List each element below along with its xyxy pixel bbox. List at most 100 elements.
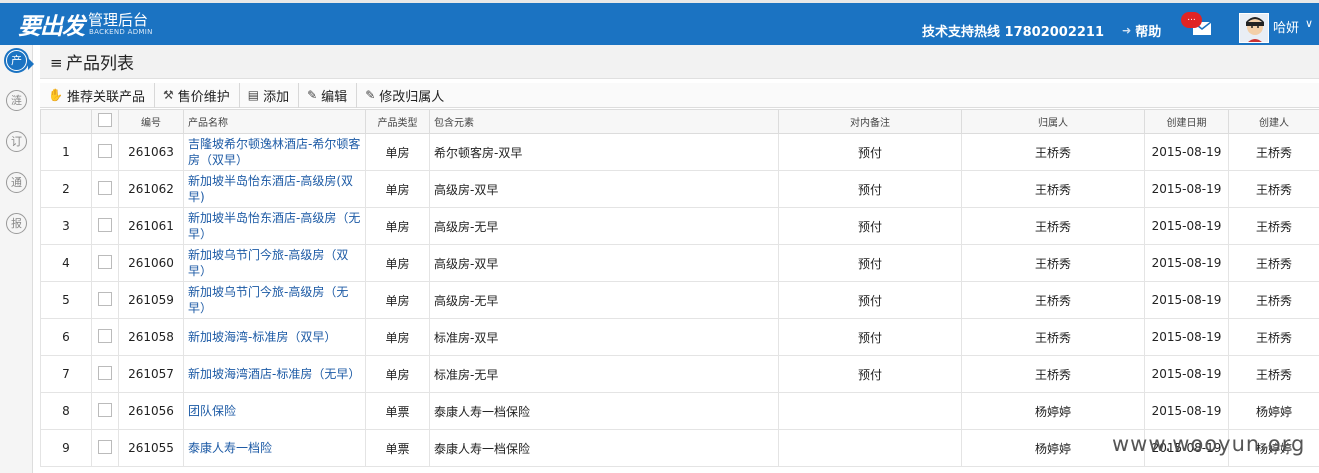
cell-creator: 王桥秀 bbox=[1228, 170, 1319, 208]
row-select[interactable] bbox=[91, 355, 119, 393]
cell-product-name[interactable]: 新加坡乌节门今旅-高级房（无早） bbox=[183, 281, 366, 319]
cell-product-name[interactable]: 新加坡海湾-标准房（双早） bbox=[183, 318, 366, 356]
row-select[interactable] bbox=[91, 207, 119, 245]
header-remark[interactable]: 对内备注 bbox=[778, 109, 962, 134]
cell-product-name[interactable]: 团队保险 bbox=[183, 392, 366, 430]
row-index: 2 bbox=[40, 170, 92, 208]
header-index bbox=[40, 109, 92, 134]
menu-icon: ≡ bbox=[50, 54, 63, 72]
thumbs-up-icon: ✋ bbox=[48, 88, 63, 102]
cell-id: 261056 bbox=[118, 392, 184, 430]
row-select[interactable] bbox=[91, 318, 119, 356]
cell-product-name[interactable]: 泰康人寿一档险 bbox=[183, 429, 366, 467]
cell-id: 261057 bbox=[118, 355, 184, 393]
row-checkbox[interactable] bbox=[98, 143, 112, 158]
row-checkbox[interactable] bbox=[98, 291, 112, 306]
row-index: 6 bbox=[40, 318, 92, 356]
cell-owner: 王桥秀 bbox=[961, 207, 1145, 245]
cell-elements: 标准房-无早 bbox=[429, 355, 779, 393]
row-checkbox[interactable] bbox=[98, 439, 112, 454]
cell-product-name[interactable]: 吉隆坡希尔顿逸林酒店-希尔顿客房（双早） bbox=[183, 133, 366, 171]
username[interactable]: 哈妍 bbox=[1273, 17, 1299, 36]
header-select-all[interactable] bbox=[91, 109, 119, 134]
cell-owner: 王桥秀 bbox=[961, 355, 1145, 393]
table-row[interactable]: 7 261057 新加坡海湾酒店-标准房（无早） 单房 标准房-无早 预付 王桥秀 2015-… bbox=[40, 355, 1319, 393]
header-type[interactable]: 产品类型 bbox=[365, 109, 430, 134]
sidebar-item-link[interactable]: 涟 bbox=[6, 90, 27, 111]
table-row[interactable]: 6 261058 新加坡海湾-标准房（双早） 单房 标准房-双早 预付 王桥秀 2015-08… bbox=[40, 318, 1319, 356]
header-creator[interactable]: 创建人 bbox=[1228, 109, 1319, 134]
row-select[interactable] bbox=[91, 392, 119, 430]
logo[interactable]: 要出发 bbox=[18, 7, 85, 41]
help-label: 帮助 bbox=[1135, 25, 1162, 40]
folder-open-icon: ▤ bbox=[247, 88, 260, 102]
price-label: 售价维护 bbox=[177, 89, 230, 105]
cell-remark: 预付 bbox=[778, 281, 962, 319]
row-select[interactable] bbox=[91, 244, 119, 282]
table-row[interactable]: 3 261061 新加坡半岛怡东酒店-高级房（无早） 单房 高级房-无早 预付 王桥秀 201… bbox=[40, 207, 1319, 245]
cell-product-name[interactable]: 新加坡海湾酒店-标准房（无早） bbox=[183, 355, 366, 393]
notification-badge: ... bbox=[1181, 12, 1202, 28]
cell-type: 单房 bbox=[365, 207, 430, 245]
row-index: 9 bbox=[40, 429, 92, 467]
sidebar-item-notice[interactable]: 通 bbox=[6, 172, 27, 193]
cell-id: 261061 bbox=[118, 207, 184, 245]
cell-type: 单房 bbox=[365, 355, 430, 393]
header-name[interactable]: 产品名称 bbox=[183, 109, 366, 134]
cell-id: 261058 bbox=[118, 318, 184, 356]
cell-owner: 王桥秀 bbox=[961, 318, 1145, 356]
cell-remark bbox=[778, 392, 962, 430]
row-select[interactable] bbox=[91, 281, 119, 319]
table-row[interactable]: 2 261062 新加坡半岛怡东酒店-高级房(双早) 单房 高级房-双早 预付 王桥秀 201… bbox=[40, 170, 1319, 208]
cell-type: 单票 bbox=[365, 392, 430, 430]
sidebar-item-product[interactable]: 产 bbox=[6, 50, 27, 71]
select-all-checkbox[interactable] bbox=[98, 113, 112, 127]
sidebar-item-order[interactable]: 订 bbox=[6, 131, 27, 152]
header-elements[interactable]: 包含元素 bbox=[429, 109, 779, 134]
pencil-icon: ✎ bbox=[307, 88, 318, 102]
cell-product-name[interactable]: 新加坡乌节门今旅-高级房（双早） bbox=[183, 244, 366, 282]
edit-button[interactable]: ✎ 编辑 bbox=[299, 82, 358, 108]
price-button[interactable]: ⚒ 售价维护 bbox=[155, 82, 240, 108]
header-date[interactable]: 创建日期 bbox=[1144, 109, 1229, 134]
row-checkbox[interactable] bbox=[98, 402, 112, 417]
sidebar-item-report[interactable]: 报 bbox=[6, 213, 27, 234]
table-row[interactable]: 5 261059 新加坡乌节门今旅-高级房（无早） 单房 高级房-无早 预付 王桥秀 2015… bbox=[40, 281, 1319, 319]
header-owner[interactable]: 归属人 bbox=[961, 109, 1145, 134]
cell-elements: 高级房-双早 bbox=[429, 244, 779, 282]
cell-date: 2015-08-19 bbox=[1144, 244, 1229, 282]
row-checkbox[interactable] bbox=[98, 328, 112, 343]
cell-product-name[interactable]: 新加坡半岛怡东酒店-高级房(双早) bbox=[183, 170, 366, 208]
row-select[interactable] bbox=[91, 429, 119, 467]
cell-product-name[interactable]: 新加坡半岛怡东酒店-高级房（无早） bbox=[183, 207, 366, 245]
row-index: 7 bbox=[40, 355, 92, 393]
page-header: ≡ 产品列表 bbox=[40, 45, 1319, 79]
table-row[interactable]: 4 261060 新加坡乌节门今旅-高级房（双早） 单房 高级房-双早 预付 王桥秀 2015… bbox=[40, 244, 1319, 282]
row-select[interactable] bbox=[91, 170, 119, 208]
page-title: 产品列表 bbox=[66, 54, 134, 74]
row-checkbox[interactable] bbox=[98, 180, 112, 195]
cell-creator: 王桥秀 bbox=[1228, 207, 1319, 245]
add-button[interactable]: ▤ 添加 bbox=[240, 82, 300, 108]
cell-remark: 预付 bbox=[778, 133, 962, 171]
cell-elements: 泰康人寿一档保险 bbox=[429, 429, 779, 467]
help-link[interactable]: ➜ 帮助 bbox=[1122, 21, 1161, 40]
cell-id: 261059 bbox=[118, 281, 184, 319]
header-id[interactable]: 编号 bbox=[118, 109, 184, 134]
recommend-button[interactable]: ✋ 推荐关联产品 bbox=[40, 82, 155, 108]
table-row[interactable]: 1 261063 吉隆坡希尔顿逸林酒店-希尔顿客房（双早） 单房 希尔顿客房-双早 预付王… bbox=[40, 133, 1319, 171]
change-owner-button[interactable]: ✎ 修改归属人 bbox=[357, 83, 453, 108]
cell-elements: 希尔顿客房-双早 bbox=[429, 133, 779, 171]
chevron-down-icon[interactable]: ∨ bbox=[1305, 17, 1313, 30]
row-select[interactable] bbox=[91, 133, 119, 171]
cell-date: 2015-08-19 bbox=[1144, 392, 1229, 430]
product-table: 编号 产品名称 产品类型 包含元素 对内备注 归属人 创建日期 创建人 1 261… bbox=[40, 109, 1319, 467]
row-checkbox[interactable] bbox=[98, 365, 112, 380]
avatar[interactable] bbox=[1239, 13, 1269, 43]
change-owner-label: 修改归属人 bbox=[379, 89, 445, 105]
table-row[interactable]: 8 261056 团队保险 单票 泰康人寿一档保险 杨婷婷 2015-08-19 杨婷婷 bbox=[40, 392, 1319, 430]
row-checkbox[interactable] bbox=[98, 254, 112, 269]
cell-elements: 高级房-无早 bbox=[429, 281, 779, 319]
row-checkbox[interactable] bbox=[98, 217, 112, 232]
cell-date: 2015-08-19 bbox=[1144, 133, 1229, 171]
